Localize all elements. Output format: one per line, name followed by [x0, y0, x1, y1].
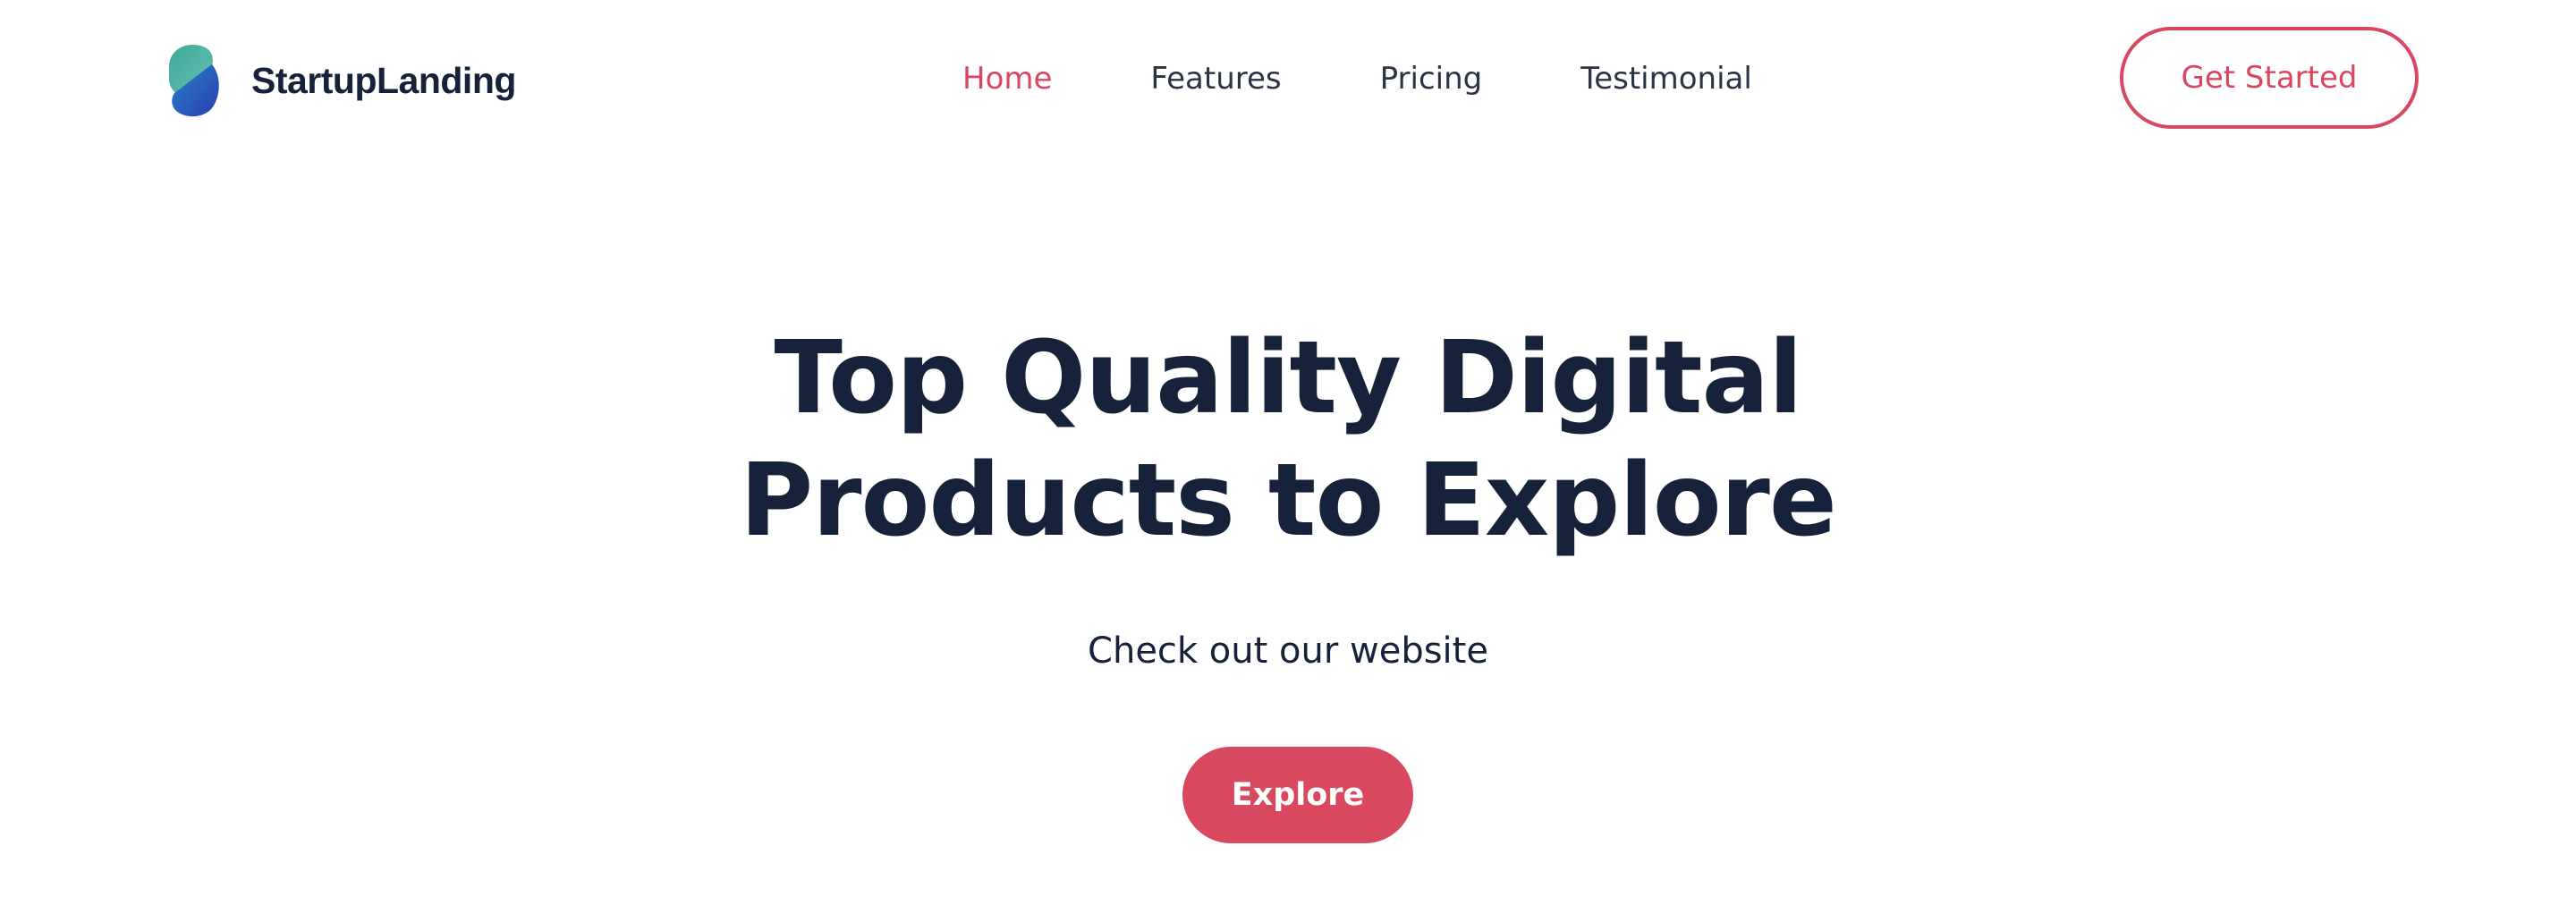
- hero-title: Top Quality Digital Products to Explore: [0, 317, 2576, 563]
- hero-subtitle: Check out our website: [1088, 630, 1488, 672]
- main-nav: Home Features Pricing Testimonial: [962, 57, 1851, 100]
- nav-item-home[interactable]: Home: [962, 57, 1052, 100]
- get-started-button[interactable]: Get Started: [2120, 27, 2419, 129]
- nav-item-testimonial[interactable]: Testimonial: [1580, 57, 1752, 100]
- brand-name: StartupLanding: [251, 59, 516, 101]
- startup-logo-icon: [169, 45, 219, 117]
- brand-logo[interactable]: StartupLanding: [165, 43, 516, 118]
- hero-title-line-2: Products to Explore: [740, 443, 1837, 559]
- explore-button[interactable]: Explore: [1182, 747, 1413, 843]
- nav-item-features[interactable]: Features: [1150, 57, 1281, 100]
- nav-item-pricing[interactable]: Pricing: [1380, 57, 1483, 100]
- landing-page: StartupLanding Home Features Pricing Tes…: [0, 0, 2576, 922]
- hero-title-line-1: Top Quality Digital: [774, 320, 1803, 436]
